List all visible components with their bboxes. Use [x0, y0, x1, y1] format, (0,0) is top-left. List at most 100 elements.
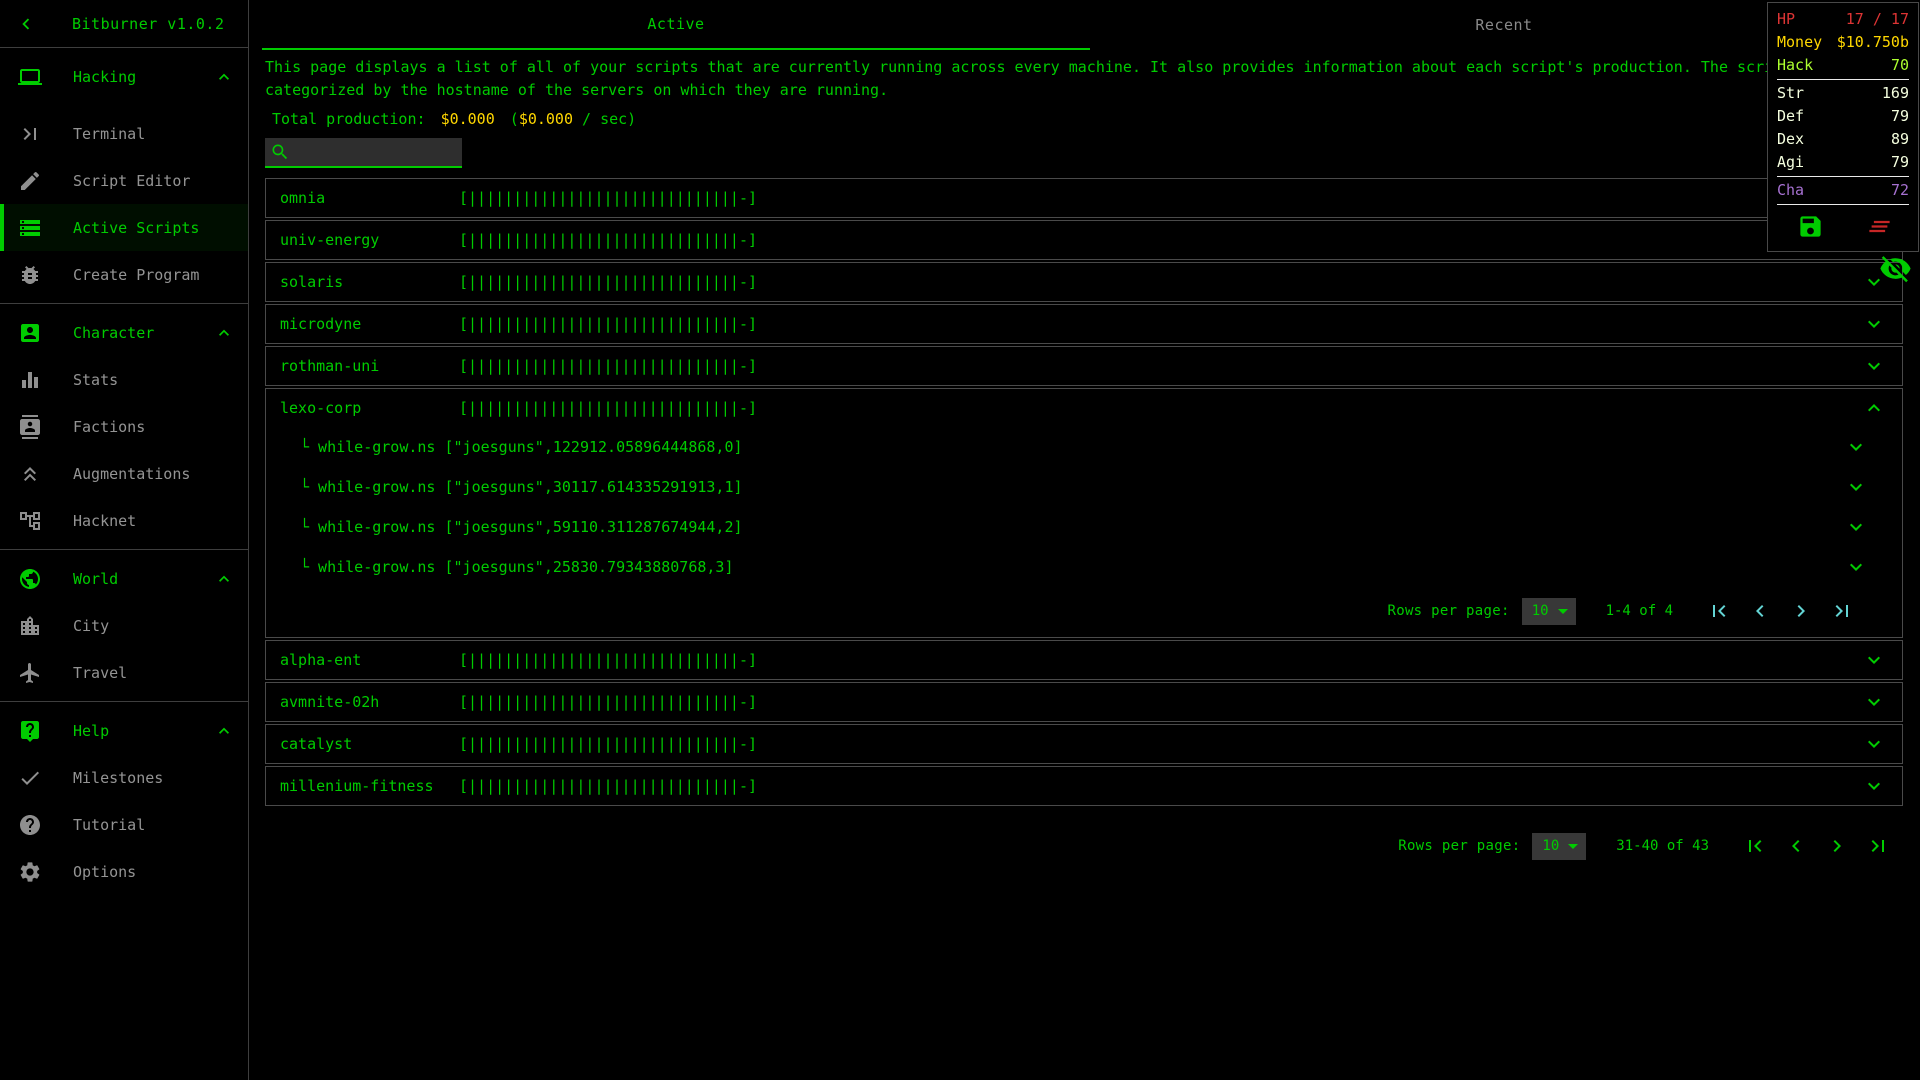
account-box-icon	[18, 321, 42, 345]
sidebar-item-factions[interactable]: Factions	[0, 403, 248, 450]
storage-icon	[18, 216, 42, 240]
chevron-down-icon[interactable]	[1844, 475, 1868, 499]
sidebar-item-active-scripts[interactable]: Active Scripts	[0, 204, 248, 251]
sidebar-item-stats[interactable]: Stats	[0, 356, 248, 403]
sidebar-header-hacking[interactable]: Hacking	[0, 53, 248, 100]
sidebar-item-milestones[interactable]: Milestones	[0, 754, 248, 801]
sidebar-item-label: Tutorial	[73, 815, 146, 834]
collapse-section-icon[interactable]	[214, 569, 234, 589]
page-size-value: 10	[1531, 603, 1549, 619]
terminal-icon	[18, 122, 42, 146]
last-page-icon[interactable]	[1830, 599, 1854, 623]
sidebar-item-terminal[interactable]: Terminal	[0, 110, 248, 157]
total-production-rate: $0.000	[518, 110, 573, 128]
stat-value: 79	[1890, 153, 1909, 171]
airplane-icon	[18, 661, 42, 685]
sidebar-item-script-editor[interactable]: Script Editor	[0, 157, 248, 204]
stat-row-hack: Hack 70	[1777, 54, 1909, 77]
filter-search-box[interactable]	[265, 138, 462, 168]
gear-icon	[18, 860, 42, 884]
stat-row-dex: Dex 89	[1777, 128, 1909, 151]
server-row-lexo-corp[interactable]: lexo-corp [|||||||||||||||||||||||||||||…	[266, 389, 1902, 427]
kill-all-scripts-icon[interactable]	[1866, 213, 1893, 240]
script-row[interactable]: └ while-grow.ns ["joesguns",59110.311287…	[266, 507, 1902, 547]
server-name: rothman-uni	[280, 357, 380, 375]
sidebar-item-label: Hacknet	[73, 511, 137, 530]
collapse-section-icon[interactable]	[214, 67, 234, 87]
script-row[interactable]: └ while-grow.ns ["joesguns",122912.05896…	[266, 427, 1902, 467]
sidebar-item-label: Create Program	[73, 265, 200, 284]
script-label: └ while-grow.ns ["joesguns",30117.614335…	[300, 478, 743, 496]
save-icon[interactable]	[1797, 213, 1824, 240]
sidebar-item-options[interactable]: Options	[0, 848, 248, 895]
server-row-solaris[interactable]: solaris [||||||||||||||||||||||||||||||-…	[265, 262, 1903, 302]
chevron-down-icon[interactable]	[1844, 555, 1868, 579]
chevron-down-icon[interactable]	[1862, 354, 1886, 378]
sidebar-item-tutorial[interactable]: Tutorial	[0, 801, 248, 848]
page-size-select[interactable]: 10	[1521, 597, 1576, 625]
server-row-omnia[interactable]: omnia [||||||||||||||||||||||||||||||-]	[265, 178, 1903, 218]
chevron-down-icon[interactable]	[1844, 435, 1868, 459]
stat-row-hp: HP 17 / 17	[1777, 8, 1909, 31]
collapse-section-icon[interactable]	[214, 323, 234, 343]
server-progress-bar: [||||||||||||||||||||||||||||||-]	[459, 189, 758, 207]
sidebar-item-city[interactable]: City	[0, 602, 248, 649]
stat-label: Str	[1777, 84, 1805, 102]
sidebar-header-label: World	[73, 569, 119, 588]
server-row-univ-energy[interactable]: univ-energy [|||||||||||||||||||||||||||…	[265, 220, 1903, 260]
server-row-alpha-ent[interactable]: alpha-ent [|||||||||||||||||||||||||||||…	[265, 640, 1903, 680]
server-row-catalyst[interactable]: catalyst [||||||||||||||||||||||||||||||…	[265, 724, 1903, 764]
first-page-icon[interactable]	[1707, 599, 1731, 623]
sidebar-item-label: Travel	[73, 663, 128, 682]
server-progress-bar: [||||||||||||||||||||||||||||||-]	[459, 777, 758, 795]
collapse-section-icon[interactable]	[214, 721, 234, 741]
sidebar-item-hacknet[interactable]: Hacknet	[0, 497, 248, 544]
sidebar-item-augmentations[interactable]: Augmentations	[0, 450, 248, 497]
collapse-sidebar-icon[interactable]	[15, 13, 37, 35]
visibility-off-icon[interactable]	[1879, 252, 1912, 285]
page-size-select[interactable]: 10	[1532, 832, 1587, 860]
server-row-microdyne[interactable]: microdyne [|||||||||||||||||||||||||||||…	[265, 304, 1903, 344]
server-row-rothman-uni[interactable]: rothman-uni [|||||||||||||||||||||||||||…	[265, 346, 1903, 386]
server-row-avmnite-02h[interactable]: avmnite-02h [|||||||||||||||||||||||||||…	[265, 682, 1903, 722]
tab-bar: Active Recent	[262, 0, 1918, 50]
chevron-down-icon[interactable]	[1844, 515, 1868, 539]
last-page-icon[interactable]	[1866, 834, 1890, 858]
chevron-up-icon[interactable]	[1862, 396, 1886, 420]
first-page-icon[interactable]	[1743, 834, 1767, 858]
server-progress-bar: [||||||||||||||||||||||||||||||-]	[459, 357, 758, 375]
chevron-down-icon[interactable]	[1862, 732, 1886, 756]
rate-close: / sec)	[573, 110, 637, 128]
chevron-down-icon[interactable]	[1862, 774, 1886, 798]
tab-active[interactable]: Active	[262, 0, 1090, 50]
chevron-down-icon[interactable]	[1862, 648, 1886, 672]
sidebar-header-help[interactable]: Help	[0, 707, 248, 754]
sidebar-header-world[interactable]: World	[0, 555, 248, 602]
sidebar-item-travel[interactable]: Travel	[0, 649, 248, 696]
next-page-icon[interactable]	[1789, 599, 1813, 623]
sidebar-header: Bitburner v1.0.2	[0, 0, 248, 48]
stat-row-def: Def 79	[1777, 105, 1909, 128]
script-row[interactable]: └ while-grow.ns ["joesguns",25830.793438…	[266, 547, 1902, 587]
script-row[interactable]: └ while-grow.ns ["joesguns",30117.614335…	[266, 467, 1902, 507]
computer-icon	[18, 65, 42, 89]
sidebar-section-hacking: Hacking Terminal Script Editor Active Sc…	[0, 48, 248, 303]
server-name: alpha-ent	[280, 651, 362, 669]
double-arrow-up-icon	[18, 462, 42, 486]
script-label: └ while-grow.ns ["joesguns",122912.05896…	[300, 438, 743, 456]
next-page-icon[interactable]	[1825, 834, 1849, 858]
sidebar-header-character[interactable]: Character	[0, 309, 248, 356]
sidebar-item-create-program[interactable]: Create Program	[0, 251, 248, 298]
previous-page-icon[interactable]	[1748, 599, 1772, 623]
chevron-down-icon[interactable]	[1862, 690, 1886, 714]
search-input[interactable]	[294, 142, 454, 162]
stat-row-money: Money $10.750b	[1777, 31, 1909, 54]
stat-label: Cha	[1777, 181, 1805, 199]
sidebar-item-label: Active Scripts	[73, 218, 200, 237]
server-row-millenium-fitness[interactable]: millenium-fitness [|||||||||||||||||||||…	[265, 766, 1903, 806]
server-accordion-lexo-corp: lexo-corp [|||||||||||||||||||||||||||||…	[265, 388, 1903, 638]
previous-page-icon[interactable]	[1784, 834, 1808, 858]
sidebar-item-label: City	[73, 616, 110, 635]
chevron-down-icon[interactable]	[1862, 312, 1886, 336]
server-name: solaris	[280, 273, 344, 291]
